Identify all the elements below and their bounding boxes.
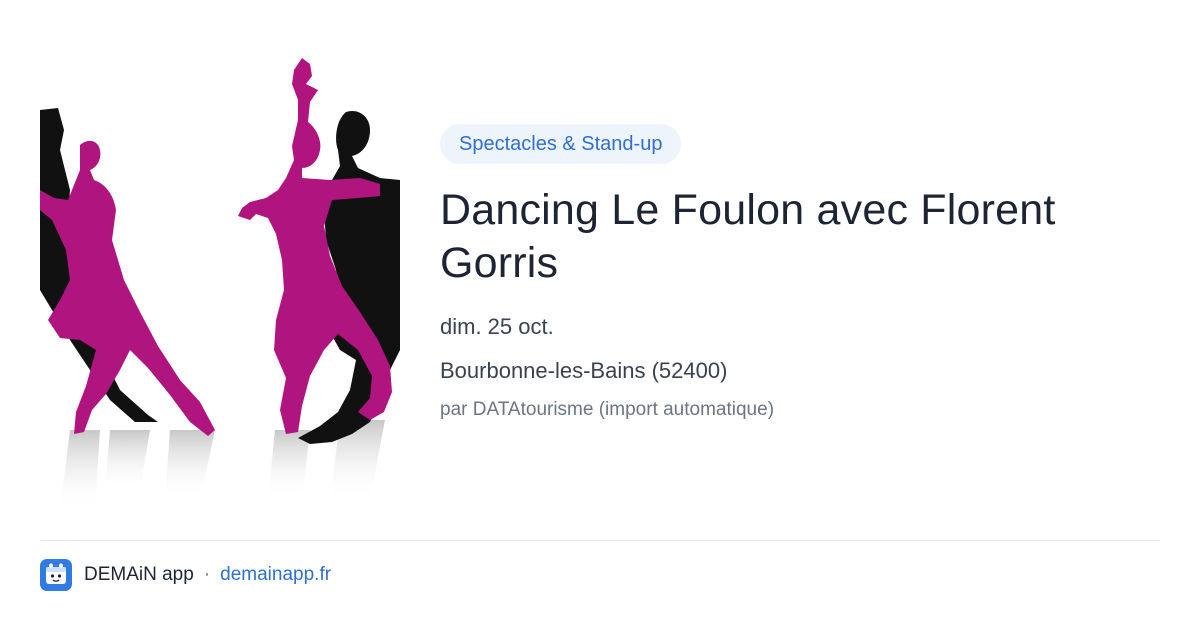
event-title: Dancing Le Foulon avec Florent Gorris <box>440 186 1056 287</box>
event-location: Bourbonne-les-Bains (52400) <box>440 358 728 383</box>
event-source: par DATAtourisme (import automatique) <box>440 399 775 420</box>
event-details: Spectacles & Stand-up Dancing Le Foulon … <box>440 124 1160 423</box>
event-date: dim. 25 oct. <box>440 314 554 339</box>
event-image <box>40 50 400 510</box>
demain-app-logo-icon <box>40 559 72 591</box>
category-badge[interactable]: Spectacles & Stand-up <box>440 124 682 164</box>
app-website-link[interactable]: demainapp.fr <box>220 564 331 586</box>
footer: DEMAiN app · demainapp.fr <box>40 558 331 592</box>
footer-divider <box>40 540 1160 541</box>
footer-separator: · <box>203 564 211 585</box>
app-name: DEMAiN app <box>84 564 194 585</box>
event-card: Spectacles & Stand-up Dancing Le Foulon … <box>0 0 1200 630</box>
dancers-silhouette-image <box>40 58 400 510</box>
